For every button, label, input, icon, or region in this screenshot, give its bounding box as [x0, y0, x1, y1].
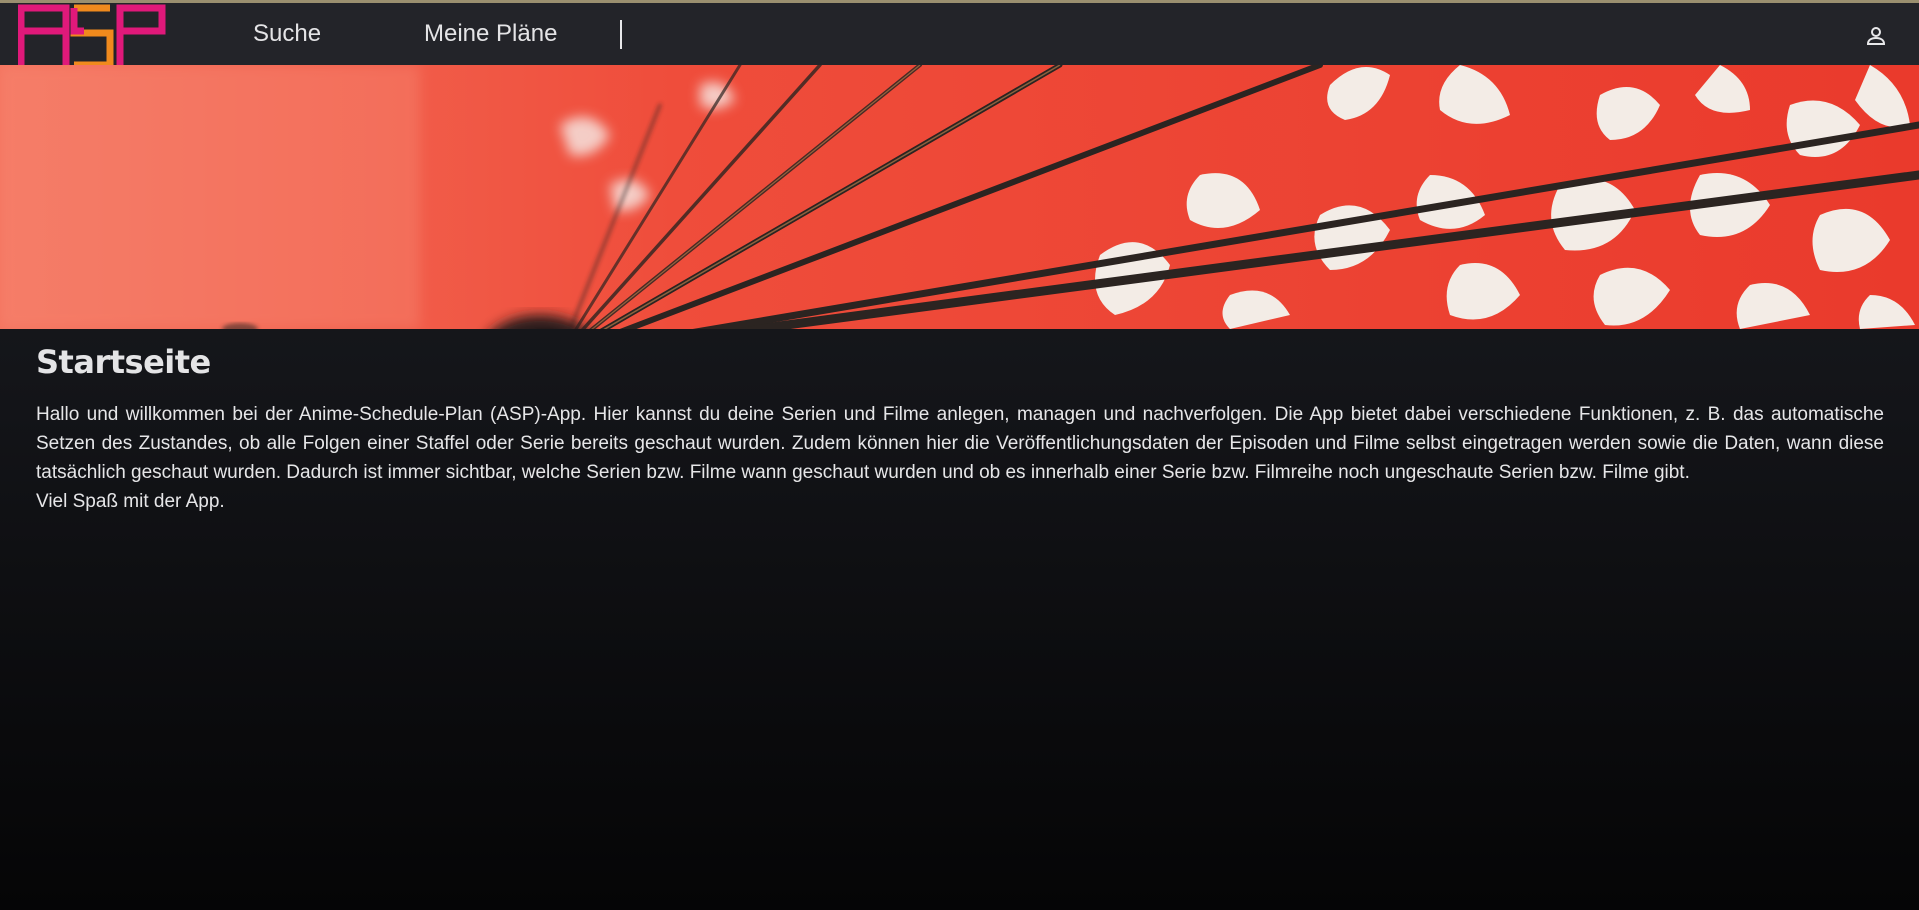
- nav-link-meine-plaene[interactable]: Meine Pläne: [424, 19, 557, 49]
- intro-paragraph: Hallo und willkommen bei der Anime-Sched…: [36, 404, 1884, 483]
- user-icon[interactable]: [1864, 24, 1888, 48]
- closing-line: Viel Spaß mit der App.: [36, 491, 225, 512]
- main-content: Startseite Hallo und willkommen bei der …: [36, 336, 1884, 516]
- nav-divider: [620, 20, 622, 49]
- asp-logo[interactable]: [17, 3, 166, 69]
- nav-link-suche[interactable]: Suche: [253, 19, 321, 49]
- user-icon-graphic: [1866, 27, 1886, 45]
- page-title: Startseite: [36, 343, 211, 381]
- app-root: Suche Meine Pläne Startseite Hallo und w…: [0, 0, 1919, 910]
- asp-logo-graphic: [17, 4, 166, 69]
- navbar: Suche Meine Pläne: [0, 3, 1919, 69]
- umbrella-illustration: [0, 65, 1919, 329]
- hero-banner-image: [0, 65, 1919, 329]
